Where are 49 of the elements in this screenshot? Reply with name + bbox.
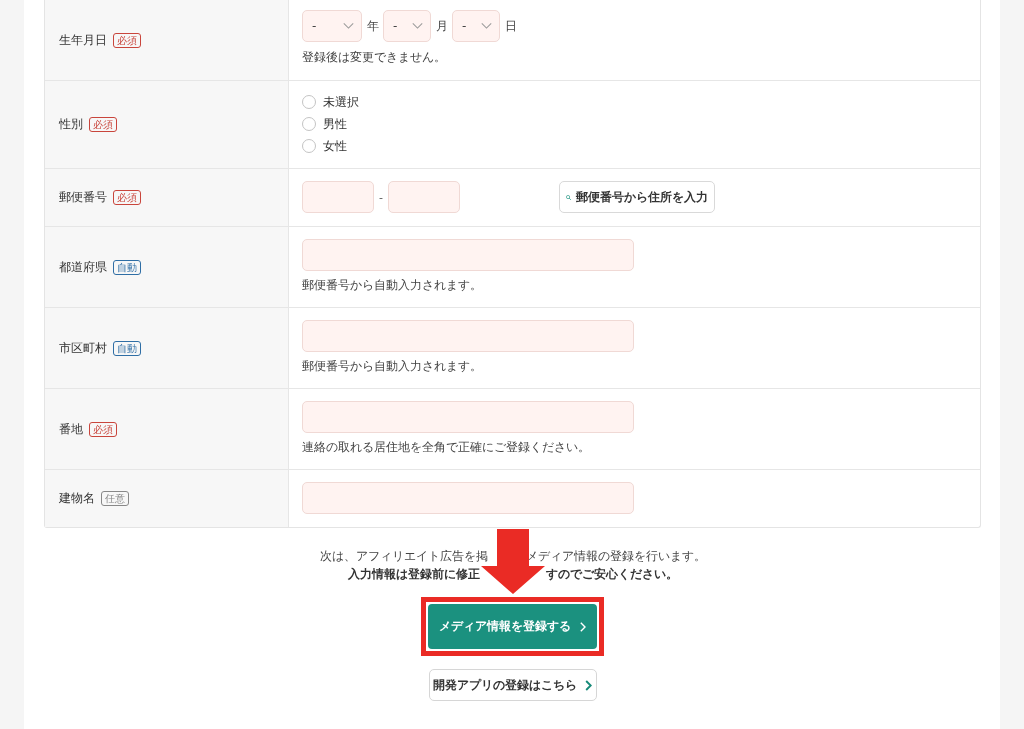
requirement-tag: 必須: [89, 421, 117, 437]
field-label: 建物名: [59, 491, 95, 506]
notice-text: 次は、アフィリエイト広告を掲: [319, 548, 488, 565]
option-label: 女性: [323, 138, 347, 154]
chevron-icon: [580, 621, 586, 632]
field-label: 郵便番号: [59, 190, 107, 205]
radio-button[interactable]: [302, 95, 316, 109]
notice-text: 入力情報は登録前に修正: [347, 566, 480, 583]
select-field[interactable]: -: [383, 10, 431, 42]
unit-label: 日: [505, 18, 517, 34]
caret-icon: [343, 23, 354, 29]
text-field[interactable]: [302, 239, 634, 271]
option-label: 男性: [323, 116, 347, 132]
requirement-tag: 必須: [89, 117, 117, 132]
select-field[interactable]: -: [302, 10, 362, 42]
register-media-button[interactable]: メディア情報を登録する: [428, 604, 597, 649]
notice-text: メディア情報の登録を行います。: [525, 548, 706, 565]
field-label: 都道府県: [59, 259, 107, 275]
app-registration-button[interactable]: 開発アプリの登録はこちら: [428, 669, 597, 701]
postal-code-field[interactable]: [302, 181, 374, 213]
requirement-tag: 自動: [113, 259, 141, 275]
option-label: 未選択: [323, 94, 359, 110]
unit-label: 年: [367, 18, 379, 34]
chevron-icon: [585, 679, 592, 691]
field-label: 番地: [59, 421, 83, 437]
help-text: 登録後は変更できません。: [302, 49, 447, 66]
requirement-tag: 必須: [113, 32, 141, 48]
separator-text: -: [379, 190, 383, 204]
radio-button[interactable]: [302, 139, 316, 153]
caret-icon: [412, 23, 423, 29]
help-text: 郵便番号から自動入力されます。: [302, 358, 483, 375]
requirement-tag: 任意: [101, 491, 129, 506]
text-field[interactable]: [302, 401, 634, 433]
unit-label: 月: [436, 18, 448, 34]
requirement-tag: 必須: [113, 190, 141, 205]
field-label: 生年月日: [59, 32, 107, 48]
radio-button[interactable]: [302, 117, 316, 131]
address-lookup-button[interactable]: 郵便番号から住所を入力: [559, 181, 715, 213]
select-field[interactable]: -: [452, 10, 500, 42]
field-label: 市区町村: [59, 340, 107, 356]
text-field[interactable]: [302, 320, 634, 352]
help-text: 郵便番号から自動入力されます。: [302, 277, 483, 294]
requirement-tag: 自動: [113, 340, 141, 356]
caret-icon: [481, 23, 492, 29]
postal-code-field[interactable]: [388, 181, 460, 213]
help-text: 連絡の取れる居住地を全角で正確にご登録ください。: [302, 439, 591, 456]
notice-text: すのでご安心ください。: [545, 566, 678, 583]
field-label: 性別: [59, 117, 83, 132]
text-field[interactable]: [302, 482, 634, 514]
